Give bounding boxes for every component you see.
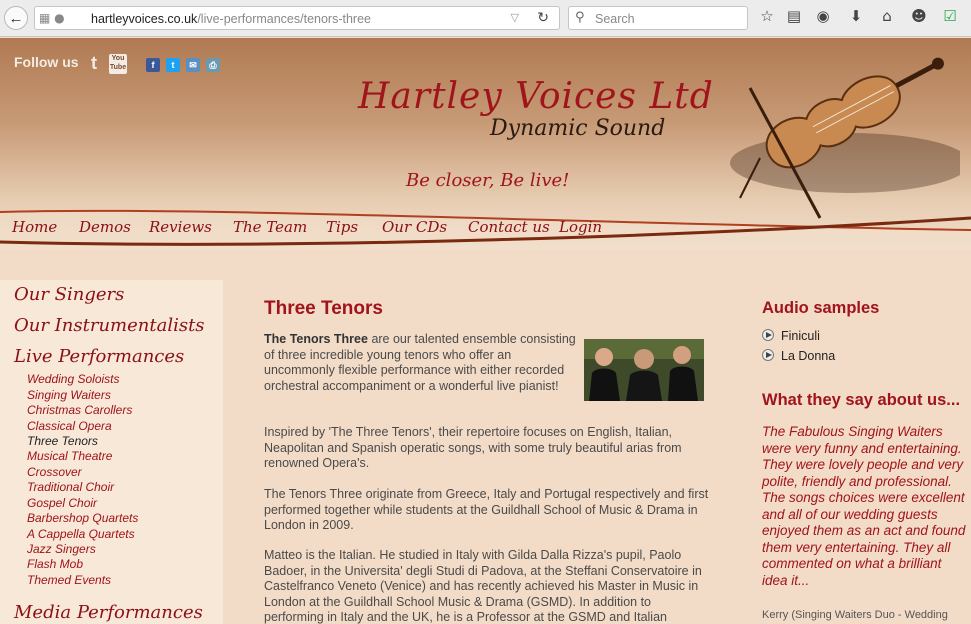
intro-paragraph: The Tenors Three are our talented ensemb… bbox=[264, 332, 582, 394]
sidebar-item-musical-theatre[interactable]: Musical Theatre bbox=[27, 449, 112, 463]
sidebar-item-crossover[interactable]: Crossover bbox=[27, 465, 82, 479]
print-icon[interactable]: ⎙ bbox=[206, 58, 220, 72]
violin-image bbox=[730, 57, 960, 219]
nav-reviews[interactable]: Reviews bbox=[149, 218, 212, 236]
sidebar-item-themed-events[interactable]: Themed Events bbox=[27, 573, 111, 587]
follow-us-label: Follow us bbox=[14, 54, 79, 70]
twitter-icon[interactable]: t bbox=[86, 54, 102, 74]
url-dropdown-icon[interactable]: ▽ bbox=[511, 11, 519, 24]
url-domain: hartleyvoices.co.uk bbox=[91, 12, 198, 26]
chat-icon[interactable]: ☻ bbox=[908, 7, 930, 25]
main-nav: Home Demos Reviews The Team Tips Our CDs… bbox=[0, 216, 971, 250]
audio-label: La Donna bbox=[781, 349, 836, 363]
nav-login[interactable]: Login bbox=[559, 218, 602, 236]
testimonial-quote: The Fabulous Singing Waiters were very f… bbox=[762, 424, 966, 588]
home-icon[interactable]: ⌂ bbox=[876, 7, 898, 25]
sidebar-item-barbershop-quartets[interactable]: Barbershop Quartets bbox=[27, 511, 138, 525]
search-placeholder: Search bbox=[595, 12, 635, 26]
url-text[interactable]: hartleyvoices.co.uk/live-performances/te… bbox=[91, 12, 371, 26]
sidebar-item-flash-mob[interactable]: Flash Mob bbox=[27, 557, 83, 571]
url-path: /live-performances/tenors-three bbox=[197, 12, 371, 26]
sidebar-item-wedding-soloists[interactable]: Wedding Soloists bbox=[27, 372, 120, 386]
play-icon[interactable] bbox=[762, 329, 774, 341]
testimonial-author: Kerry (Singing Waiters Duo - Wedding bbox=[762, 609, 948, 621]
play-icon[interactable] bbox=[762, 349, 774, 361]
site-info-icon[interactable]: ▦ ● bbox=[39, 11, 65, 25]
sidebar-heading-media-performances[interactable]: Media Performances bbox=[14, 602, 203, 623]
sidebar-item-gospel-choir[interactable]: Gospel Choir bbox=[27, 496, 97, 510]
page-title: Three Tenors bbox=[264, 298, 383, 319]
browser-toolbar: ← ▦ ● hartleyvoices.co.uk/live-performan… bbox=[0, 0, 971, 37]
search-input[interactable]: ⚲ Search bbox=[568, 6, 748, 30]
audio-samples-heading: Audio samples bbox=[762, 299, 880, 317]
nav-contact-us[interactable]: Contact us bbox=[468, 218, 550, 236]
audio-item-finiculi[interactable]: Finiculi bbox=[762, 329, 820, 343]
sidebar-item-a-cappella-quartets[interactable]: A Cappella Quartets bbox=[27, 527, 135, 541]
reload-icon[interactable]: ↻ bbox=[537, 10, 549, 26]
sidebar-item-three-tenors[interactable]: Three Tenors bbox=[27, 434, 98, 448]
pocket-icon[interactable]: ◉ bbox=[812, 7, 834, 25]
sidebar-item-classical-opera[interactable]: Classical Opera bbox=[27, 419, 112, 433]
sidebar-item-traditional-choir[interactable]: Traditional Choir bbox=[27, 480, 114, 494]
sidebar-heading-our-instrumentalists[interactable]: Our Instrumentalists bbox=[14, 315, 205, 336]
site-header: Follow us t You Tube f t ✉ ⎙ Hartley Voi… bbox=[0, 38, 971, 250]
testimonial-heading: What they say about us... bbox=[762, 391, 961, 409]
site-logo-title[interactable]: Hartley Voices Ltd bbox=[358, 76, 714, 117]
audio-item-la-donna[interactable]: La Donna bbox=[762, 349, 835, 363]
facebook-icon[interactable]: f bbox=[146, 58, 160, 72]
email-icon[interactable]: ✉ bbox=[186, 58, 200, 72]
reading-list-icon[interactable]: ▤ bbox=[783, 7, 805, 25]
download-icon[interactable]: ⬇ bbox=[845, 7, 867, 25]
shield-icon[interactable]: ☑ bbox=[939, 7, 961, 25]
sidebar-heading-our-singers[interactable]: Our Singers bbox=[14, 284, 124, 305]
origin-paragraph: The Tenors Three originate from Greece, … bbox=[264, 487, 709, 532]
sidebar-item-singing-waiters[interactable]: Singing Waiters bbox=[27, 388, 111, 402]
nav-our-cds[interactable]: Our CDs bbox=[382, 218, 447, 236]
address-bar[interactable]: ▦ ● hartleyvoices.co.uk/live-performance… bbox=[34, 6, 560, 30]
twitter-icon[interactable]: t bbox=[166, 58, 180, 72]
matteo-paragraph: Matteo is the Italian. He studied in Ita… bbox=[264, 548, 702, 624]
search-icon: ⚲ bbox=[575, 10, 585, 25]
back-icon[interactable]: ← bbox=[4, 6, 28, 30]
sidebar-heading-live-performances[interactable]: Live Performances bbox=[14, 346, 184, 367]
nav-tips[interactable]: Tips bbox=[326, 218, 358, 236]
repertoire-paragraph: Inspired by 'The Three Tenors', their re… bbox=[264, 425, 682, 470]
intro-bold: The Tenors Three bbox=[264, 332, 368, 346]
site-tagline: Be closer, Be live! bbox=[406, 170, 570, 191]
sidebar-item-jazz-singers[interactable]: Jazz Singers bbox=[27, 542, 96, 556]
nav-the-team[interactable]: The Team bbox=[233, 218, 307, 236]
site-logo-subtitle: Dynamic Sound bbox=[490, 116, 666, 141]
nav-demos[interactable]: Demos bbox=[79, 218, 131, 236]
youtube-icon[interactable]: You Tube bbox=[109, 54, 127, 74]
sidebar-item-christmas-carollers[interactable]: Christmas Carollers bbox=[27, 403, 132, 417]
bookmark-star-icon[interactable]: ☆ bbox=[756, 7, 778, 25]
audio-label: Finiculi bbox=[781, 329, 820, 343]
tenors-photo bbox=[584, 339, 704, 401]
nav-home[interactable]: Home bbox=[12, 218, 57, 236]
